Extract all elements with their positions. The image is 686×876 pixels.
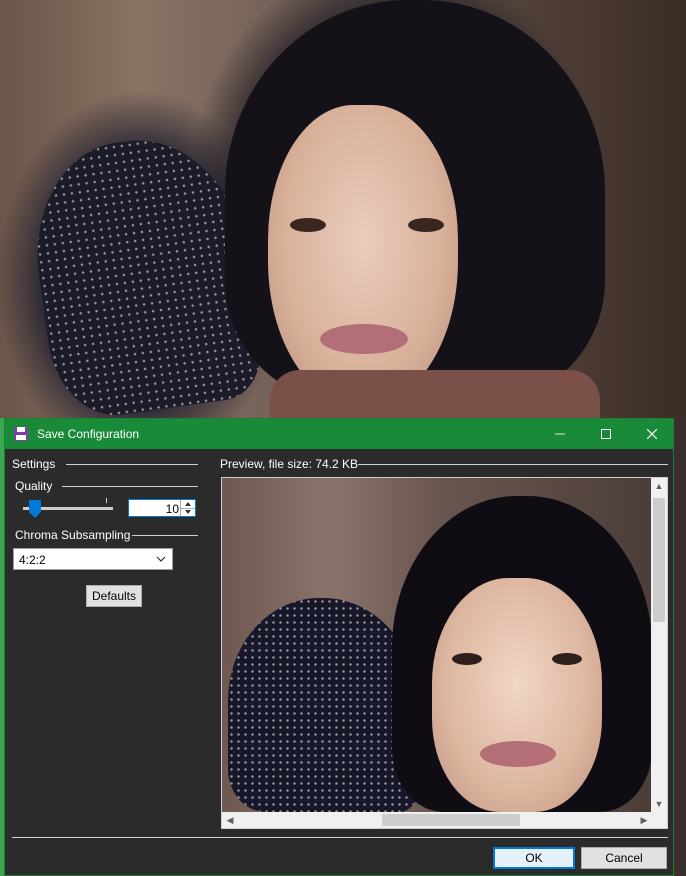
quality-value: 10 (165, 502, 179, 516)
photo-eye (290, 218, 326, 232)
quality-divider (62, 486, 198, 487)
vertical-scroll-thumb[interactable] (653, 498, 665, 622)
horizontal-scroll-thumb[interactable] (382, 814, 520, 826)
photo-eye (408, 218, 444, 232)
preview-panel: ▲ ▼ ◀ ▶ (221, 477, 668, 829)
vertical-scrollbar[interactable]: ▲ ▼ (651, 478, 667, 812)
photo-scarf (270, 370, 600, 418)
quality-label: Quality (15, 479, 53, 493)
chroma-divider (132, 535, 198, 536)
scroll-right-icon[interactable]: ▶ (636, 812, 652, 828)
settings-divider (66, 464, 198, 465)
maximize-icon (601, 429, 611, 439)
photo-mouth (320, 324, 408, 354)
preview-eye (452, 653, 482, 665)
spin-down-button[interactable] (181, 508, 195, 516)
close-button[interactable] (629, 419, 675, 449)
defaults-button[interactable]: Defaults (86, 585, 142, 607)
minimize-icon (555, 433, 565, 435)
preview-glove (228, 598, 418, 812)
horizontal-scrollbar[interactable]: ◀ ▶ (222, 812, 652, 828)
save-configuration-dialog: Save Configuration Settings Quality 10 C… (4, 418, 674, 876)
preview-face (432, 578, 602, 812)
save-disk-icon (13, 426, 29, 442)
scroll-down-icon[interactable]: ▼ (651, 796, 667, 812)
quality-spinbox[interactable]: 10 (128, 499, 196, 517)
preview-eye (552, 653, 582, 665)
preview-divider (358, 464, 668, 465)
cancel-button[interactable]: Cancel (581, 847, 667, 869)
background-photo (0, 0, 686, 418)
title-bar[interactable]: Save Configuration (5, 419, 673, 449)
minimize-button[interactable] (537, 419, 583, 449)
preview-image (222, 478, 652, 812)
chroma-subsampling-label: Chroma Subsampling (15, 528, 131, 542)
chroma-subsampling-select[interactable]: 4:2:2 (13, 548, 173, 570)
quality-slider-tick (106, 498, 107, 503)
chroma-subsampling-value: 4:2:2 (19, 553, 46, 567)
spin-buttons (180, 500, 195, 516)
scroll-left-icon[interactable]: ◀ (222, 812, 238, 828)
close-icon (647, 429, 657, 439)
photo-face (268, 105, 458, 405)
settings-label: Settings (12, 457, 56, 471)
chevron-down-icon (156, 556, 166, 562)
chevron-down-icon (185, 510, 191, 514)
preview-mouth (480, 741, 556, 767)
scroll-corner (651, 812, 667, 828)
ok-button[interactable]: OK (493, 847, 575, 869)
footer-divider (12, 837, 668, 838)
preview-label: Preview, file size: 74.2 KB (220, 457, 359, 471)
window-title: Save Configuration (37, 427, 140, 441)
chevron-up-icon (185, 502, 191, 506)
maximize-button[interactable] (583, 419, 629, 449)
quality-slider-thumb[interactable] (29, 500, 41, 518)
scroll-up-icon[interactable]: ▲ (651, 478, 667, 494)
